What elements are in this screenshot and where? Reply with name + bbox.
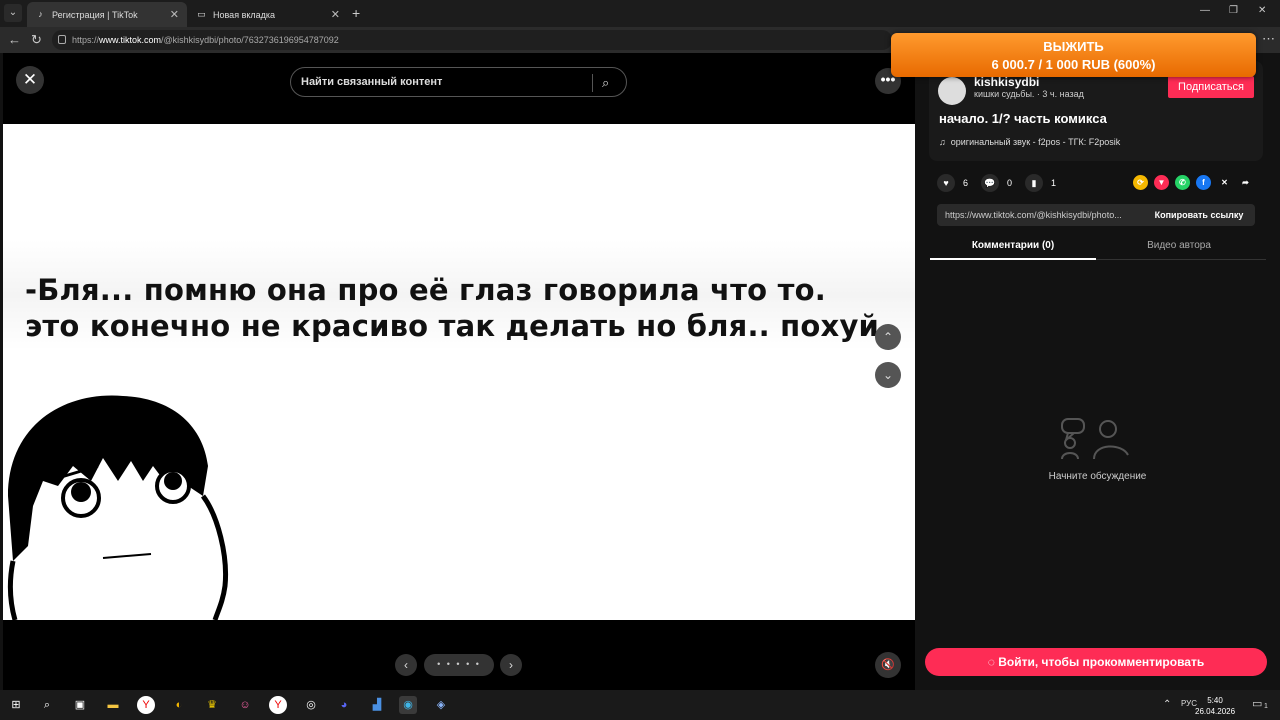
login-to-comment-button[interactable]: ◌ Войти, чтобы прокомментировать bbox=[925, 648, 1267, 676]
avatar[interactable] bbox=[938, 77, 966, 105]
post-title: начало. 1/? часть комикса bbox=[939, 111, 1107, 126]
user-info: кишки судьбы. · 3 ч. назад bbox=[974, 89, 1084, 99]
browser-menu-icon[interactable]: ⋯ bbox=[1262, 31, 1275, 47]
share-url[interactable]: https://www.tiktok.com/@kishkisydbi/phot… bbox=[945, 210, 1140, 220]
window-close-icon[interactable]: ✕ bbox=[1258, 5, 1266, 16]
app-icon[interactable]: ♛ bbox=[203, 696, 221, 714]
photo-pagination-dots: • • • • • bbox=[424, 654, 494, 676]
tab-tiktok[interactable]: ♪ Регистрация | TikTok ✕ bbox=[27, 2, 187, 27]
tab-title: Новая вкладка bbox=[213, 9, 276, 20]
close-tab-icon[interactable]: ✕ bbox=[170, 8, 179, 21]
chart-app-icon[interactable]: ▟ bbox=[368, 696, 386, 714]
app-icon[interactable]: ◐ bbox=[170, 696, 188, 714]
comment-icon: ◌ bbox=[987, 655, 995, 669]
tray-overflow-icon[interactable]: ⌃ bbox=[1163, 699, 1171, 710]
tab-title: Регистрация | TikTok bbox=[52, 9, 138, 20]
page-favicon-icon: ▭ bbox=[197, 9, 206, 19]
heart-icon: ♥ bbox=[937, 174, 955, 192]
comic-photo: -Бля... помню она про её глаз говорила ч… bbox=[3, 124, 915, 620]
url-path: /@kishkisydbi/photo/7632736196954787092 bbox=[161, 35, 339, 45]
details-panel: kishkisydbi кишки судьбы. · 3 ч. назад П… bbox=[915, 53, 1280, 690]
facebook-share-icon[interactable]: f bbox=[1196, 175, 1211, 190]
notifications-icon[interactable]: ▭ bbox=[1252, 697, 1262, 710]
notification-count: 1 bbox=[1264, 703, 1268, 710]
banner-line2: 6 000.7 / 1 000 RUB (600%) bbox=[991, 57, 1156, 72]
app-icon[interactable]: ◈ bbox=[432, 696, 450, 714]
photo-viewer: ✕ Найти связанный контент ⌕ ••• -Бля... … bbox=[3, 53, 915, 690]
promo-banner[interactable]: ВЫЖИТЬ 6 000.7 / 1 000 RUB (600%) bbox=[891, 33, 1256, 77]
url-domain: www.tiktok.com bbox=[99, 35, 162, 45]
whatsapp-share-icon[interactable]: ✆ bbox=[1175, 175, 1190, 190]
clock-date: 26.04.2026 bbox=[1195, 707, 1236, 716]
tab-author-videos[interactable]: Видео автора bbox=[1096, 240, 1262, 251]
previous-post-button[interactable]: ⌃ bbox=[875, 324, 901, 350]
previous-photo-button[interactable]: ‹ bbox=[395, 654, 417, 676]
copy-link-button[interactable]: Копировать ссылку bbox=[1143, 204, 1255, 226]
search-divider bbox=[592, 74, 593, 92]
discord-icon[interactable]: ◕ bbox=[335, 696, 353, 714]
file-explorer-icon[interactable]: ▬ bbox=[104, 696, 122, 714]
banner-line1: ВЫЖИТЬ bbox=[1043, 39, 1104, 54]
related-search-input[interactable]: Найти связанный контент ⌕ bbox=[290, 67, 627, 97]
x-share-icon[interactable]: ✕ bbox=[1217, 175, 1232, 190]
app-icon[interactable]: ☺ bbox=[236, 696, 254, 714]
yandex-browser-icon[interactable]: Y bbox=[137, 696, 155, 714]
panel-tabs: Комментарии (0) Видео автора bbox=[930, 236, 1266, 260]
sound-link[interactable]: ♫ оригинальный звук - f2pos - ТГК: F2pos… bbox=[939, 137, 1120, 147]
close-viewer-button[interactable]: ✕ bbox=[16, 66, 44, 94]
music-note-icon: ♫ bbox=[939, 137, 946, 147]
back-icon[interactable]: ← bbox=[8, 32, 21, 47]
windows-taskbar: ⊞ ⌕ ▣ ▬ Y ◐ ♛ ☺ Y ◎ ◕ ▟ ◉ ◈ ⌃ РУС 5:40 2… bbox=[0, 690, 1280, 720]
caption-line: -Бля... помню она про её глаз говорила ч… bbox=[25, 273, 826, 307]
embed-share-icon[interactable]: ⟳ bbox=[1133, 175, 1148, 190]
minimize-icon[interactable]: — bbox=[1200, 5, 1210, 16]
edge-browser-icon[interactable]: ◉ bbox=[399, 696, 417, 714]
rage-face-drawing bbox=[7, 395, 229, 620]
tab-new[interactable]: ▭ Новая вкладка ✕ bbox=[188, 2, 348, 27]
send-share-icon[interactable]: ▼ bbox=[1154, 175, 1169, 190]
tab-actions-menu-icon[interactable]: ⌄ bbox=[4, 4, 22, 22]
next-post-button[interactable]: ⌄ bbox=[875, 362, 901, 388]
photo-caption: -Бля... помню она про её глаз говорила ч… bbox=[25, 272, 879, 344]
steam-icon[interactable]: ◎ bbox=[302, 696, 320, 714]
browser-tab-bar: ⌄ ♪ Регистрация | TikTok ✕ ▭ Новая вклад… bbox=[0, 0, 1280, 27]
favorite-button[interactable]: ▮ 1 bbox=[1025, 174, 1056, 192]
sound-label: оригинальный звук - f2pos - ТГК: F2posik bbox=[950, 137, 1121, 147]
search-placeholder: Найти связанный контент bbox=[301, 76, 443, 88]
caption-line: это конечно не красиво так делать но бля… bbox=[25, 309, 880, 343]
more-share-icon[interactable]: ➦ bbox=[1238, 175, 1253, 190]
start-icon[interactable]: ⊞ bbox=[7, 696, 25, 714]
search-icon[interactable]: ⌕ bbox=[602, 75, 609, 91]
favorite-count: 1 bbox=[1051, 178, 1057, 188]
like-button[interactable]: ♥ 6 bbox=[937, 174, 968, 192]
search-icon[interactable]: ⌕ bbox=[38, 696, 56, 714]
clock[interactable]: 5:40 26.04.2026 bbox=[1195, 695, 1235, 717]
actions-row: ♥ 6 💬 0 ▮ 1 ⟳ ▼ ✆ f ✕ ➦ bbox=[937, 174, 1267, 194]
reload-icon[interactable]: ↻ bbox=[31, 32, 42, 48]
tiktok-favicon-icon: ♪ bbox=[38, 9, 43, 19]
follow-button[interactable]: Подписаться bbox=[1168, 76, 1254, 98]
login-label: Войти, чтобы прокомментировать bbox=[998, 655, 1205, 669]
clock-time: 5:40 bbox=[1207, 696, 1223, 705]
task-view-icon[interactable]: ▣ bbox=[71, 696, 89, 714]
next-photo-button[interactable]: › bbox=[500, 654, 522, 676]
mute-icon[interactable]: 🔇 bbox=[875, 652, 901, 678]
new-tab-icon[interactable]: + bbox=[352, 5, 360, 21]
username[interactable]: kishkisydbi bbox=[974, 75, 1039, 89]
bookmark-icon: ▮ bbox=[1025, 174, 1043, 192]
copy-link-row: https://www.tiktok.com/@kishkisydbi/phot… bbox=[937, 204, 1255, 226]
yandex-icon[interactable]: Y bbox=[269, 696, 287, 714]
comment-button[interactable]: 💬 0 bbox=[981, 174, 1012, 192]
url-field[interactable]: https://www.tiktok.com/@kishkisydbi/phot… bbox=[52, 30, 892, 50]
close-tab-icon[interactable]: ✕ bbox=[331, 8, 340, 21]
lock-icon[interactable] bbox=[58, 35, 66, 44]
empty-comments-text: Начните обсуждение bbox=[1048, 471, 1147, 482]
like-count: 6 bbox=[963, 178, 969, 188]
restore-icon[interactable]: ❐ bbox=[1229, 5, 1238, 16]
url-prefix: https:// bbox=[72, 35, 100, 45]
tab-comments[interactable]: Комментарии (0) bbox=[930, 240, 1096, 260]
comment-count: 0 bbox=[1007, 178, 1013, 188]
empty-comments-icon bbox=[1061, 418, 1129, 459]
comment-icon: 💬 bbox=[981, 174, 999, 192]
